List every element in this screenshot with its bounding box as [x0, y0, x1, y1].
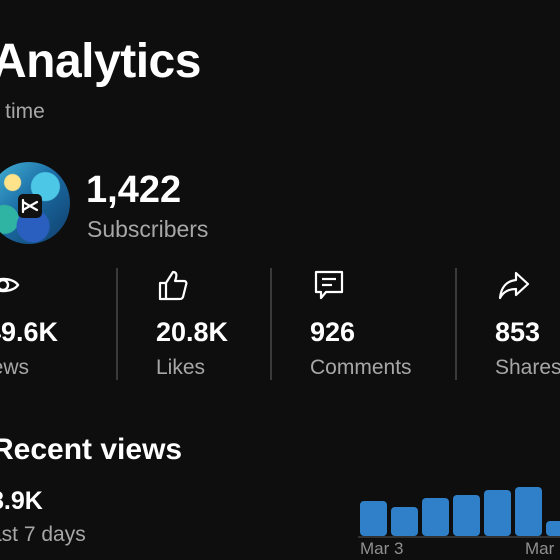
views-value: 49.6K [0, 317, 59, 347]
chart-bar [515, 487, 542, 536]
thumbs-up-icon [158, 270, 188, 301]
comments-value: 926 [310, 317, 356, 347]
channel-avatar-icon [18, 194, 42, 218]
chart-date-label: Mar [525, 539, 555, 558]
comments-label: Comments [310, 356, 412, 379]
comment-icon [314, 270, 344, 300]
chart-bar [484, 490, 511, 536]
stats-divider [116, 268, 118, 380]
chart-bar [391, 507, 418, 536]
recent-views-chart[interactable] [358, 478, 560, 538]
stats-divider [270, 268, 272, 380]
share-icon [498, 271, 530, 300]
likes-label: Likes [156, 356, 206, 379]
analytics-page: Analytics ll time 1,422 Subscribers 49.6… [0, 0, 560, 560]
likes-value: 20.8K [156, 317, 229, 347]
recent-views-period: ast 7 days [0, 523, 86, 546]
chart-bar [422, 498, 449, 536]
chart-date-label: Mar 3 [360, 539, 404, 558]
recent-views-title: Recent views [0, 433, 183, 466]
channel-avatar[interactable] [0, 162, 70, 244]
chart-bar [546, 521, 560, 536]
app-logo-icon [21, 198, 39, 214]
chart-bar [453, 495, 480, 536]
shares-value: 853 [495, 317, 541, 347]
page-title: Analytics [0, 35, 201, 88]
views-label: iews [0, 356, 30, 379]
eye-icon [0, 277, 20, 293]
recent-views-value: 8.9K [0, 487, 43, 515]
shares-label: Shares [495, 356, 560, 379]
subscriber-count: 1,422 [86, 169, 182, 211]
chart-bar [360, 501, 387, 536]
subscriber-label: Subscribers [87, 216, 209, 242]
stats-divider [455, 268, 457, 380]
period-label[interactable]: ll time [0, 98, 45, 126]
